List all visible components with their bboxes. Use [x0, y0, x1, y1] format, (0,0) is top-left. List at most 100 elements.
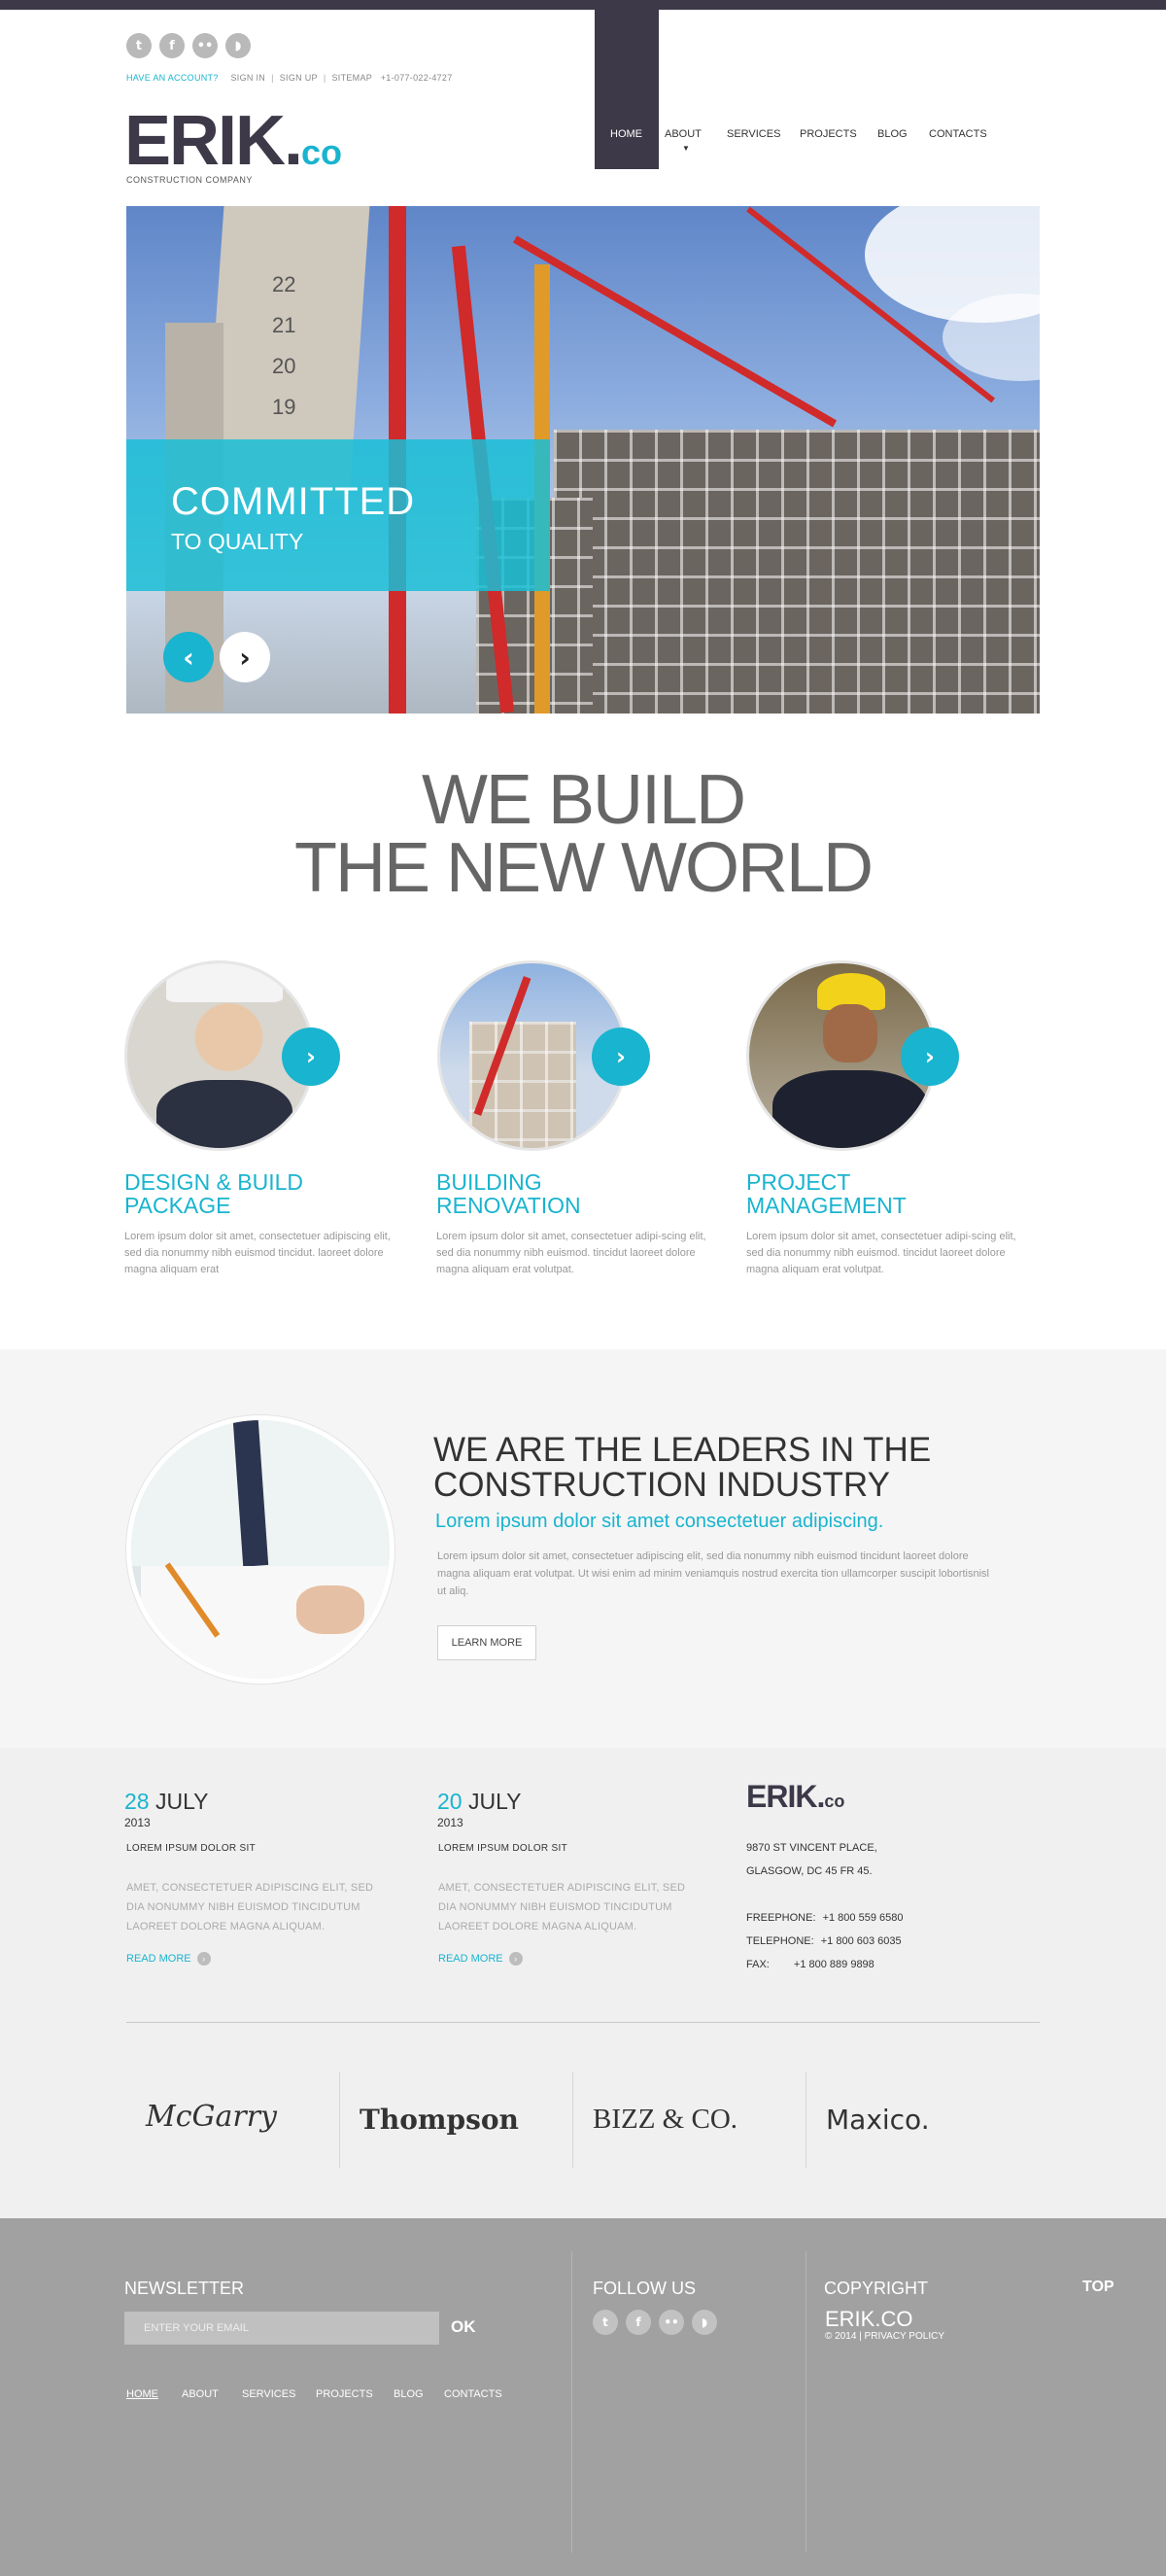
news-title[interactable]: LOREM IPSUM DOLOR SIT: [126, 1843, 256, 1854]
rss-icon[interactable]: ◗: [225, 33, 251, 58]
twitter-icon[interactable]: t: [126, 33, 152, 58]
footer-nav-blog[interactable]: BLOG: [394, 2388, 424, 2400]
news-text: AMET, CONSECTETUER ADIPISCING ELIT, SED …: [438, 1882, 686, 1932]
arrow-right-icon: ›: [196, 1952, 211, 1966]
sitemap-link[interactable]: SITEMAP: [331, 73, 371, 83]
service-text: Lorem ipsum dolor sit amet, consectetuer…: [746, 1231, 1016, 1275]
footer-nav-home[interactable]: HOME: [126, 2388, 158, 2400]
footer-nav-services[interactable]: SERVICES: [242, 2388, 295, 2400]
chevron-right-icon: ›: [306, 1043, 316, 1070]
flickr-icon[interactable]: ••: [659, 2310, 684, 2335]
freephone-value: +1 800 559 6580: [822, 1912, 904, 1924]
top-links: HAVE AN ACCOUNT? SIGN IN | SIGN UP | SITEMAP…: [126, 73, 453, 83]
fax: FAX: +1 800 889 9898: [746, 1959, 874, 1970]
nav-contacts[interactable]: CONTACTS: [929, 128, 987, 140]
have-account-link[interactable]: HAVE AN ACCOUNT?: [126, 73, 219, 83]
chevron-left-icon: ‹: [183, 641, 194, 674]
brand-divider: [339, 2072, 340, 2168]
news-date: 28 JULY: [124, 1789, 209, 1815]
brand-logo-thompson[interactable]: Thompson: [360, 2104, 519, 2136]
suit: [772, 1070, 928, 1148]
back-to-top-button[interactable]: TOP: [1082, 2279, 1115, 2296]
chevron-right-icon: ›: [239, 641, 251, 674]
footer-logo[interactable]: ERIK.co: [746, 1779, 844, 1815]
fax-label: FAX:: [746, 1959, 770, 1970]
face: [823, 1004, 877, 1062]
copyright-line[interactable]: © 2014 | PRIVACY POLICY: [825, 2331, 944, 2342]
read-more-link[interactable]: READ MORE ›: [126, 1952, 211, 1966]
service-arrow-button[interactable]: ›: [282, 1027, 340, 1086]
brand-logo-maxico[interactable]: Maxico.: [826, 2104, 930, 2136]
chevron-right-icon: ›: [925, 1043, 935, 1070]
read-more-link[interactable]: READ MORE ›: [438, 1952, 523, 1966]
tower-floor-numbers: 22 21 20 19: [272, 264, 295, 428]
copyright-title: COPYRIGHT: [824, 2279, 929, 2298]
facebook-icon[interactable]: f: [159, 33, 185, 58]
hand: [296, 1585, 364, 1634]
nav-blog[interactable]: BLOG: [877, 128, 908, 140]
slider-next-button[interactable]: ›: [220, 632, 270, 682]
news-date: 20 JULY: [437, 1789, 522, 1815]
service-arrow-button[interactable]: ›: [592, 1027, 650, 1086]
floor-number: 20: [272, 354, 296, 378]
news-year: 2013: [124, 1816, 151, 1829]
leaders-text: Lorem ipsum dolor sit amet, consectetuer…: [437, 1550, 989, 1597]
hard-hat: [166, 963, 283, 1002]
hero-slider[interactable]: 22 21 20 19 COMMITTED TO QUALITY ‹ ›: [126, 206, 1040, 714]
service-title[interactable]: DESIGN & BUILD PACKAGE: [124, 1170, 377, 1217]
telephone-label: TELEPHONE:: [746, 1935, 814, 1947]
footer-nav-contacts[interactable]: CONTACTS: [444, 2388, 502, 2400]
brand-logo-mcgarry[interactable]: McGarry: [146, 2100, 277, 2134]
logo-main: ERIK.: [124, 102, 303, 180]
floor-number: 21: [272, 313, 296, 337]
news-day: 20: [437, 1789, 463, 1814]
read-more-label: READ MORE: [126, 1953, 191, 1965]
news-title[interactable]: LOREM IPSUM DOLOR SIT: [438, 1843, 567, 1854]
news-year: 2013: [437, 1816, 463, 1829]
brand-logo-bizz[interactable]: BIZZ & CO.: [593, 2104, 737, 2136]
newsletter-title: NEWSLETTER: [124, 2279, 245, 2298]
freephone: FREEPHONE: +1 800 559 6580: [746, 1912, 903, 1924]
service-title[interactable]: PROJECT MANAGEMENT: [746, 1170, 999, 1217]
logo-co: co: [824, 1792, 845, 1811]
nav-home[interactable]: HOME: [610, 128, 642, 140]
footer-nav-projects[interactable]: PROJECTS: [316, 2388, 373, 2400]
service-arrow-button[interactable]: ›: [901, 1027, 959, 1086]
copyright-brand: ERIK.CO: [825, 2307, 913, 2331]
sign-in-link[interactable]: SIGN IN: [230, 73, 265, 83]
newsletter-ok-button[interactable]: OK: [451, 2317, 476, 2337]
read-more-label: READ MORE: [438, 1953, 503, 1965]
address-line-2: GLASGOW, DC 45 FR 45.: [746, 1865, 873, 1877]
leaders-subtitle: Lorem ipsum dolor sit amet consectetuer …: [435, 1511, 884, 1532]
nav-services[interactable]: SERVICES: [727, 128, 780, 140]
divider: [126, 2022, 1040, 2023]
brand-divider: [572, 2072, 573, 2168]
footer-nav-about[interactable]: ABOUT: [182, 2388, 219, 2400]
news-month: JULY: [467, 1789, 522, 1814]
flickr-icon[interactable]: ••: [192, 33, 218, 58]
sign-up-link[interactable]: SIGN UP: [280, 73, 318, 83]
service-text: Lorem ipsum dolor sit amet, consectetuer…: [436, 1231, 706, 1275]
leaders-title: WE ARE THE LEADERS IN THE CONSTRUCTION I…: [433, 1431, 932, 1504]
service-title[interactable]: BUILDING RENOVATION: [436, 1170, 689, 1217]
newsletter-email-input[interactable]: [124, 2312, 439, 2345]
twitter-icon[interactable]: t: [593, 2310, 618, 2335]
nav-active-indicator: [595, 10, 659, 169]
phone-number: +1-077-022-4727: [380, 73, 453, 83]
facebook-icon[interactable]: f: [626, 2310, 651, 2335]
arrow-right-icon: ›: [508, 1952, 523, 1966]
footer-divider: [571, 2251, 572, 2553]
leaders-image: [126, 1415, 394, 1684]
logo-co: co: [301, 132, 343, 172]
footer: [0, 2218, 1166, 2576]
freephone-label: FREEPHONE:: [746, 1912, 816, 1924]
nav-about[interactable]: ABOUT: [665, 128, 702, 140]
news-month: JULY: [154, 1789, 209, 1814]
rss-icon[interactable]: ◗: [692, 2310, 717, 2335]
building-scaffold: [554, 430, 1040, 714]
nav-projects[interactable]: PROJECTS: [800, 128, 857, 140]
slider-prev-button[interactable]: ‹: [163, 632, 214, 682]
top-bar: [0, 0, 1166, 10]
crane-jib: [513, 235, 838, 428]
learn-more-button[interactable]: LEARN MORE: [437, 1625, 536, 1660]
